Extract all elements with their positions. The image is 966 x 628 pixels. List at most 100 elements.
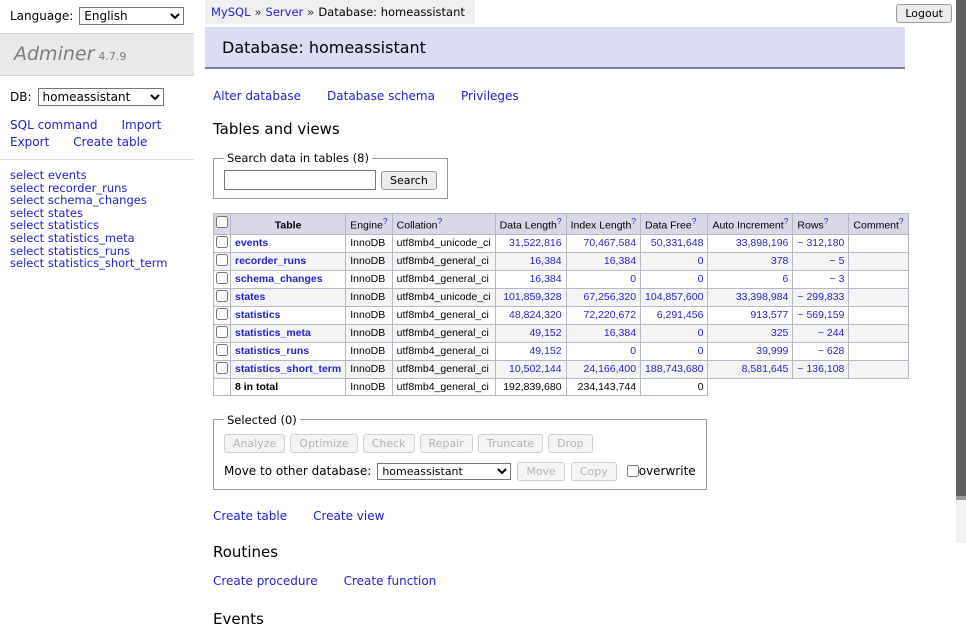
move-database-select[interactable]: homeassistant — [377, 463, 511, 480]
collation-cell: utf8mb4_general_ci — [392, 342, 495, 360]
rows-cell: ~ 569,159 — [793, 306, 849, 324]
search-input[interactable] — [224, 170, 376, 190]
search-button[interactable]: Search — [381, 171, 437, 190]
engine-cell: InnoDB — [346, 324, 392, 342]
language-select[interactable]: English — [79, 7, 184, 25]
sidebar-action-link[interactable]: Import — [121, 118, 161, 132]
copy-button[interactable]: Copy — [571, 462, 617, 481]
table-link[interactable]: states — [235, 291, 265, 303]
selected-action-button[interactable]: Optimize — [290, 434, 357, 453]
data-free-cell: 0 — [641, 342, 708, 360]
collation-cell: utf8mb4_unicode_ci — [392, 288, 495, 306]
table-link[interactable]: schema_changes — [235, 273, 323, 285]
create-link[interactable]: Create table — [213, 509, 287, 523]
selected-action-button[interactable]: Check — [363, 434, 415, 453]
table-row: statistics_meta InnoDB utf8mb4_general_c… — [214, 324, 909, 342]
table-link[interactable]: statistics_meta — [235, 327, 311, 339]
row-checkbox[interactable] — [216, 326, 228, 338]
index-length-cell: 0 — [566, 342, 640, 360]
table-row: statistics InnoDB utf8mb4_general_ci 48,… — [214, 306, 909, 324]
sidebar-divider — [0, 159, 194, 160]
routine-create-link[interactable]: Create procedure — [213, 574, 318, 588]
db-selector-row: DB: homeassistant — [0, 76, 194, 108]
column-help-link[interactable]: ? — [692, 216, 697, 226]
selected-action-button[interactable]: Truncate — [478, 434, 543, 453]
selected-action-button[interactable]: Drop — [548, 434, 592, 453]
routines-heading: Routines — [213, 543, 905, 561]
data-length-cell: 10,502,144 — [495, 360, 566, 378]
engine-cell: InnoDB — [346, 360, 392, 378]
move-button[interactable]: Move — [517, 462, 565, 481]
column-help-link[interactable]: ? — [899, 216, 904, 226]
data-length-cell: 49,152 — [495, 324, 566, 342]
row-checkbox[interactable] — [216, 254, 228, 266]
total-index-length: 234,143,744 — [566, 378, 640, 395]
column-help-link[interactable]: ? — [383, 216, 388, 226]
tables-overview-table: TableEngine?Collation?Data Length?Index … — [213, 213, 909, 396]
index-length-cell: 0 — [566, 270, 640, 288]
row-checkbox[interactable] — [216, 344, 228, 356]
table-link[interactable]: recorder_runs — [235, 255, 306, 267]
column-header: Auto Increment? — [708, 214, 793, 235]
breadcrumb-mysql-link[interactable]: MySQL — [211, 5, 251, 19]
auto-increment-cell: 378 — [708, 252, 793, 270]
table-row: events InnoDB utf8mb4_unicode_ci 31,522,… — [214, 234, 909, 252]
column-help-link[interactable]: ? — [631, 216, 636, 226]
column-help-link[interactable]: ? — [824, 216, 829, 226]
engine-cell: InnoDB — [346, 306, 392, 324]
overwrite-label: overwrite — [639, 464, 696, 478]
sidebar-select-link[interactable]: select schema_changes — [10, 194, 184, 207]
engine-cell: InnoDB — [346, 234, 392, 252]
row-checkbox[interactable] — [216, 362, 228, 374]
header-checkbox-cell — [214, 214, 231, 235]
rows-cell: ~ 136,108 — [793, 360, 849, 378]
database-nav-link[interactable]: Database schema — [327, 89, 435, 103]
create-links: Create table Create view — [213, 509, 905, 523]
row-checkbox[interactable] — [216, 290, 228, 302]
sidebar-select-link[interactable]: select statistics_meta — [10, 232, 184, 245]
row-checkbox[interactable] — [216, 308, 228, 320]
row-checkbox[interactable] — [216, 272, 228, 284]
auto-increment-cell: 39,999 — [708, 342, 793, 360]
sidebar-select-link[interactable]: select events — [10, 169, 184, 182]
sidebar-action-link[interactable]: Export — [10, 135, 49, 149]
row-checkbox[interactable] — [216, 236, 228, 248]
logout-button[interactable]: Logout — [896, 4, 952, 23]
column-help-link[interactable]: ? — [784, 216, 789, 226]
data-free-cell: 0 — [641, 252, 708, 270]
column-header: Table — [231, 214, 346, 235]
selected-action-button[interactable]: Repair — [420, 434, 473, 453]
table-link[interactable]: statistics_runs — [235, 345, 309, 357]
table-link[interactable]: statistics — [235, 309, 281, 321]
db-select[interactable]: homeassistant — [38, 88, 164, 106]
auto-increment-cell: 6 — [708, 270, 793, 288]
events-heading: Events — [213, 610, 905, 628]
column-help-link[interactable]: ? — [438, 216, 443, 226]
main-content: Database: homeassistant Alter databaseDa… — [205, 22, 905, 628]
app-name: Adminer — [14, 43, 94, 65]
sidebar-select-link[interactable]: select statistics_short_term — [10, 257, 184, 270]
database-nav-link[interactable]: Alter database — [213, 89, 301, 103]
app-brand: Adminer 4.7.9 — [0, 33, 194, 76]
comment-cell — [849, 342, 908, 360]
search-fieldset: Search data in tables (8) Search — [213, 151, 448, 199]
data-free-cell: 6,291,456 — [641, 306, 708, 324]
scrollbar-thumb[interactable] — [956, 0, 966, 500]
breadcrumb-server-link[interactable]: Server — [266, 5, 304, 19]
data-length-cell: 101,859,328 — [495, 288, 566, 306]
column-help-link[interactable]: ? — [557, 216, 562, 226]
database-nav-link[interactable]: Privileges — [461, 89, 519, 103]
sidebar-action-link[interactable]: Create table — [73, 135, 147, 149]
app-version: 4.7.9 — [98, 50, 126, 63]
selected-action-button[interactable]: Analyze — [224, 434, 285, 453]
table-link[interactable]: events — [235, 237, 268, 249]
sidebar-action-link[interactable]: SQL command — [10, 118, 97, 132]
data-free-cell: 0 — [641, 270, 708, 288]
table-link[interactable]: statistics_short_term — [235, 363, 341, 375]
vertical-scrollbar[interactable] — [956, 0, 966, 543]
select-all-checkbox[interactable] — [216, 216, 228, 228]
create-link[interactable]: Create view — [313, 509, 384, 523]
overwrite-checkbox[interactable] — [627, 465, 639, 477]
routine-create-link[interactable]: Create function — [344, 574, 437, 588]
auto-increment-cell: 33,898,196 — [708, 234, 793, 252]
